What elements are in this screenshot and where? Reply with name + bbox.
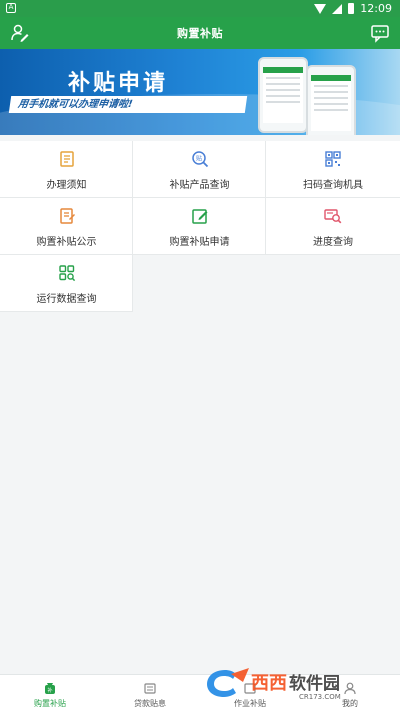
phone-illustration <box>258 57 308 133</box>
nav-item-loan-interest[interactable]: 贷款贴息 <box>100 675 200 711</box>
nav-item-label: 购置补贴 <box>34 699 66 708</box>
notice-document-icon <box>60 151 74 167</box>
battery-icon <box>348 3 355 14</box>
menu-item-progress-query[interactable]: 进度查询 <box>266 198 400 255</box>
banner-subtitle: 用手机就可以办理申请啦! <box>8 96 248 113</box>
menu-item-subsidy-product-search[interactable]: 贴 补贴产品查询 <box>133 141 266 198</box>
data-grid-search-icon <box>59 265 76 282</box>
subsidy-search-icon: 贴 <box>192 151 209 168</box>
menu-item-subsidy-application[interactable]: 购置补贴申请 <box>133 198 266 255</box>
status-bar: A 12:09 <box>0 0 400 17</box>
menu-item-label: 购置补贴申请 <box>169 237 230 248</box>
menu-item-label: 办理须知 <box>46 180 87 191</box>
notification-icon: A <box>6 3 16 13</box>
edit-form-icon <box>192 209 208 224</box>
svg-text:西西: 西西 <box>251 673 287 694</box>
menu-item-scan-code[interactable]: 扫码查询机具 <box>266 141 400 198</box>
signal-icon <box>332 3 343 14</box>
menu-item-label: 进度查询 <box>313 237 353 248</box>
progress-search-icon <box>324 209 342 224</box>
svg-text:补: 补 <box>47 687 52 694</box>
page-title: 购置补贴 <box>177 27 223 40</box>
wifi-icon <box>314 3 327 14</box>
menu-item-subsidy-publicity[interactable]: 购置补贴公示 <box>0 198 133 255</box>
publicity-document-icon <box>60 208 75 224</box>
menu-item-label: 运行数据查询 <box>36 294 97 305</box>
loan-icon <box>144 683 156 694</box>
subsidy-bag-icon: 补 <box>45 683 55 694</box>
phone-illustration <box>306 65 356 135</box>
promo-banner[interactable]: 补贴申请 用手机就可以办理申请啦! <box>0 49 400 135</box>
banner-title: 补贴申请 <box>68 70 169 96</box>
menu-item-run-data-query[interactable]: 运行数据查询 <box>0 255 133 312</box>
svg-text:CR173.COM: CR173.COM <box>299 693 341 701</box>
menu-item-notice[interactable]: 办理须知 <box>0 141 133 198</box>
svg-text:贴: 贴 <box>196 155 202 163</box>
nav-item-label: 贷款贴息 <box>134 699 166 708</box>
menu-item-label: 补贴产品查询 <box>169 180 230 191</box>
site-watermark-logo: 西西 软件园 CR173.COM <box>207 668 341 701</box>
nav-item-purchase-subsidy[interactable]: 补 购置补贴 <box>0 675 100 711</box>
menu-item-label: 扫码查询机具 <box>303 180 363 191</box>
qr-code-icon <box>325 151 341 167</box>
status-time: 12:09 <box>360 2 392 15</box>
menu-item-label: 购置补贴公示 <box>36 237 97 248</box>
status-icons: 12:09 <box>314 2 392 15</box>
message-icon[interactable] <box>369 23 391 43</box>
svg-text:软件园: 软件园 <box>289 673 340 694</box>
app-bar: 购置补贴 <box>0 17 400 49</box>
